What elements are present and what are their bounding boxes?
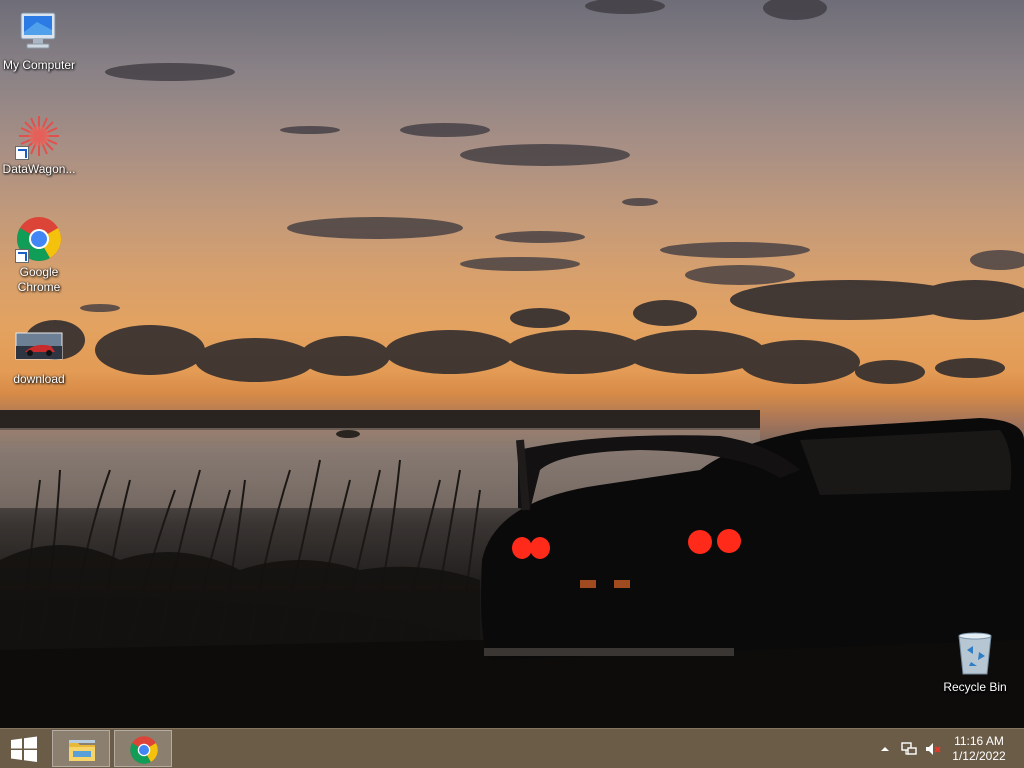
- clock-time: 11:16 AM: [954, 734, 1004, 748]
- image-thumbnail-icon: [15, 332, 63, 362]
- volume-muted-icon: [926, 743, 941, 755]
- taskbar-chrome-button[interactable]: [114, 730, 172, 767]
- desktop-icon-google-chrome[interactable]: Google Chrome: [0, 215, 78, 295]
- volume-button[interactable]: [924, 740, 942, 758]
- recycle-bin-icon: [951, 630, 999, 678]
- computer-icon: [15, 8, 63, 56]
- desktop-icon-label: DataWagon...: [2, 162, 76, 176]
- desktop-icon-download[interactable]: download: [0, 332, 78, 387]
- horizon-cloud-bank: [25, 280, 1024, 384]
- show-hidden-icons-button[interactable]: [876, 740, 894, 758]
- start-button[interactable]: [0, 729, 48, 768]
- desktop-icon-recycle-bin[interactable]: Recycle Bin: [936, 630, 1014, 695]
- taskbar: 11:16 AM 1/12/2022: [0, 728, 1024, 768]
- network-status-button[interactable]: [900, 740, 918, 758]
- file-explorer-icon: [67, 735, 97, 765]
- clock-date: 1/12/2022: [952, 749, 1006, 763]
- chrome-icon: [129, 735, 159, 765]
- desktop-icon-my-computer[interactable]: My Computer: [0, 8, 78, 73]
- datawagon-icon: [15, 112, 63, 160]
- taskbar-file-explorer-button[interactable]: [52, 730, 110, 767]
- sunset-car-scene: [0, 0, 1024, 728]
- shortcut-arrow-icon: [15, 249, 29, 263]
- desktop-wallpaper: [0, 0, 1024, 728]
- desktop-icon-label: Google Chrome: [17, 265, 61, 294]
- network-icon: [901, 742, 917, 755]
- system-tray: 11:16 AM 1/12/2022: [864, 729, 1024, 768]
- clouds: [80, 0, 1024, 312]
- distant-shore: [0, 410, 760, 430]
- grass-mass: [0, 545, 480, 650]
- desktop-icon-label: Recycle Bin: [943, 680, 1007, 694]
- desktop-icon-datawagon[interactable]: DataWagon...: [0, 112, 78, 177]
- desktop-icon-label: download: [13, 372, 65, 386]
- windows-logo-icon: [11, 736, 37, 762]
- chrome-icon: [15, 215, 63, 263]
- sports-car: [481, 418, 1024, 660]
- desktop-icon-label: My Computer: [2, 58, 76, 72]
- shortcut-arrow-icon: [15, 146, 29, 160]
- chevron-up-icon: [881, 747, 889, 751]
- boat: [336, 430, 360, 438]
- clock[interactable]: 11:16 AM 1/12/2022: [944, 734, 1014, 764]
